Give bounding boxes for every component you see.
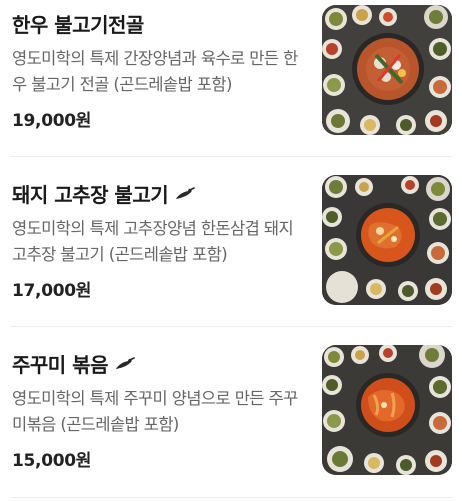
- menu-item-photo: [322, 175, 452, 305]
- menu-item-name-row: 돼지 고추장 불고기: [12, 178, 307, 208]
- menu-item-description: 영도미학의 특제 고추장양념 한돈삼겹 돼지 고추장 불고기 (곤드레솥밥 포함…: [12, 219, 294, 264]
- menu-item-name: 돼지 고추장 불고기: [12, 182, 169, 207]
- menu-item-name: 한우 불고기전골: [12, 12, 144, 37]
- menu-item-photo: [322, 345, 452, 475]
- menu-item-photo: [322, 5, 452, 135]
- divider: [10, 326, 452, 327]
- menu-item-hanwoo-bulgogi[interactable]: 한우 불고기전골 영도미학의 특제 간장양념과 육수로 만든 한우 불고기 전골…: [0, 0, 462, 160]
- menu-item-info: 한우 불고기전골 영도미학의 특제 간장양념과 육수로 만든 한우 불고기 전골…: [12, 8, 307, 132]
- menu-item-description: 영도미학의 특제 주꾸미 양념으로 만든 주꾸미볶음 (곤드레솥밥 포함): [12, 389, 298, 434]
- divider: [10, 497, 452, 498]
- menu-item-price: 17,000원: [12, 281, 92, 301]
- menu-item-name-row: 한우 불고기전골: [12, 8, 307, 38]
- menu-item-name: 주꾸미 볶음: [12, 352, 108, 377]
- menu-item-name-row: 주꾸미 볶음: [12, 348, 307, 378]
- menu-item-price: 19,000원: [12, 111, 92, 131]
- divider: [10, 156, 452, 157]
- menu-item-description: 영도미학의 특제 간장양념과 육수로 만든 한우 불고기 전골 (곤드레솥밥 포…: [12, 49, 298, 94]
- chili-pepper-icon: [174, 186, 196, 200]
- menu-item-price: 15,000원: [12, 451, 92, 471]
- chili-pepper-icon: [114, 356, 136, 370]
- menu-item-pork-gochujang-bulgogi[interactable]: 돼지 고추장 불고기 영도미학의 특제 고추장양념 한돈삼겹 돼지 고추장 불고…: [0, 170, 462, 330]
- menu-item-info: 돼지 고추장 불고기 영도미학의 특제 고추장양념 한돈삼겹 돼지 고추장 불고…: [12, 178, 307, 302]
- menu-item-info: 주꾸미 볶음 영도미학의 특제 주꾸미 양념으로 만든 주꾸미볶음 (곤드레솥밥…: [12, 348, 307, 472]
- menu-list: 한우 불고기전골 영도미학의 특제 간장양념과 육수로 만든 한우 불고기 전골…: [0, 0, 462, 501]
- menu-item-jukkumi-bokkeum[interactable]: 주꾸미 볶음 영도미학의 특제 주꾸미 양념으로 만든 주꾸미볶음 (곤드레솥밥…: [0, 340, 462, 500]
